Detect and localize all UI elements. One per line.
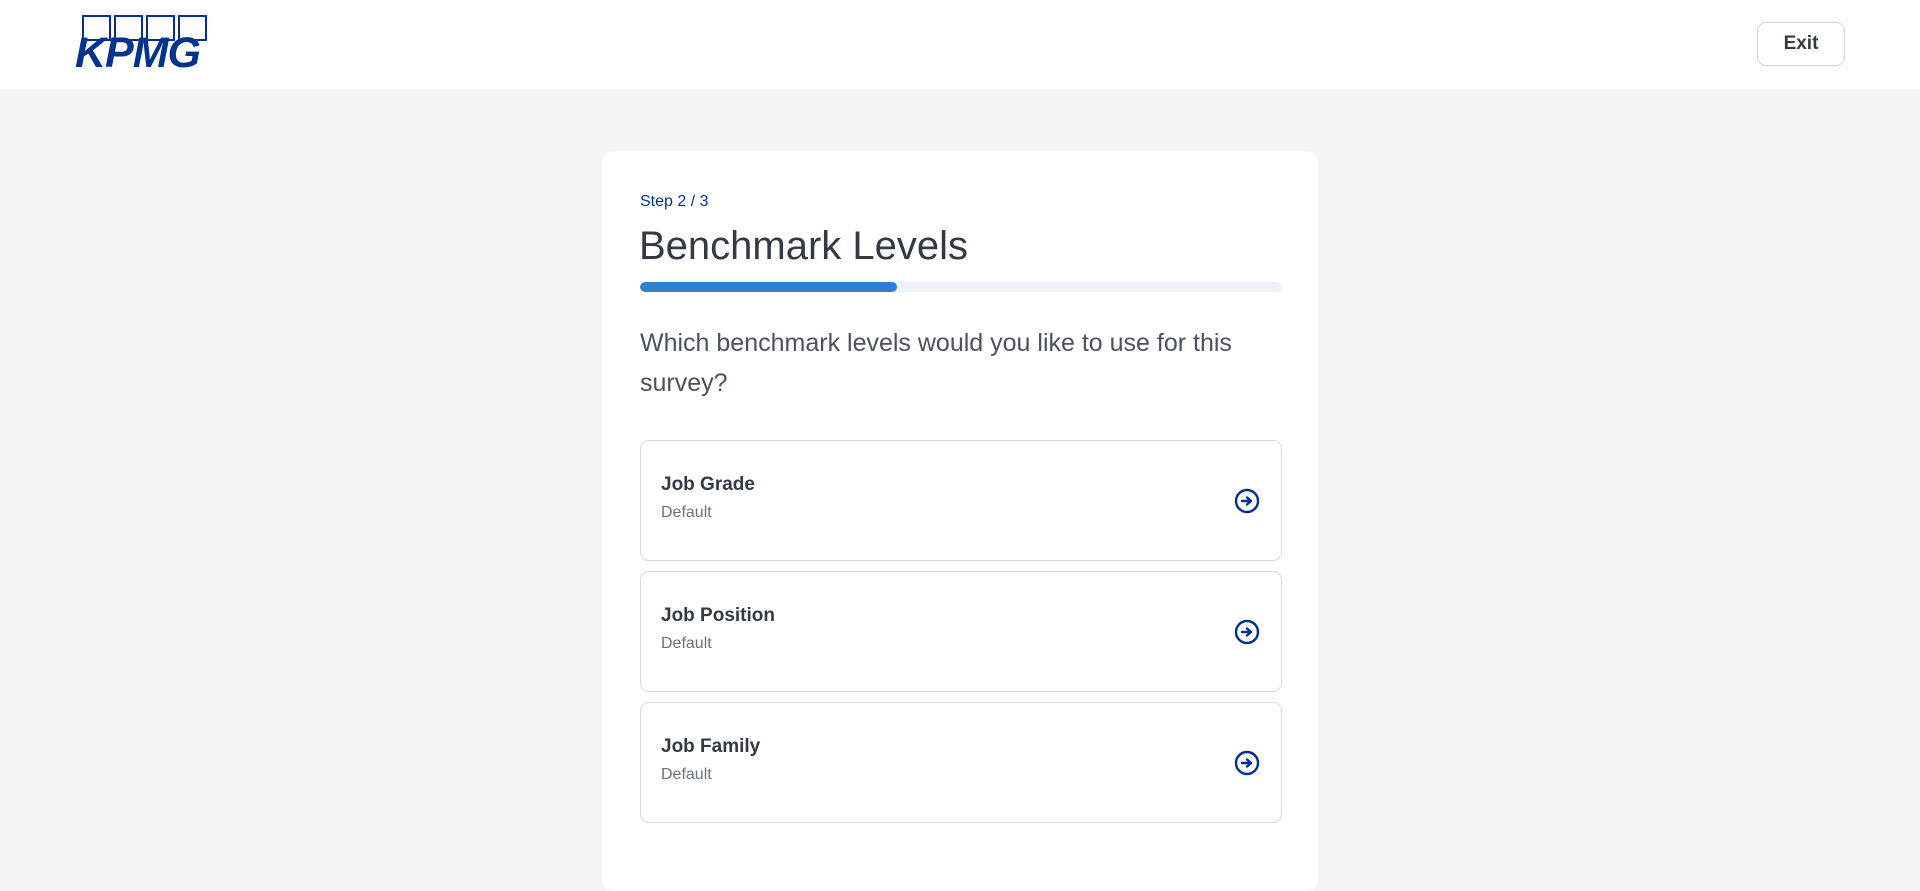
top-bar: KPMG Exit — [0, 0, 1920, 89]
logo-text: KPMG — [75, 29, 201, 77]
arrow-right-circle-icon[interactable] — [1234, 750, 1260, 776]
question-text: Which benchmark levels would you like to… — [640, 329, 1232, 397]
page-title: Benchmark Levels — [639, 224, 969, 268]
option-title: Job Family — [661, 736, 761, 757]
arrow-right-circle-icon[interactable] — [1234, 619, 1260, 645]
kpmg-logo: KPMG — [75, 15, 209, 77]
option-job-family[interactable]: Job Family Default — [640, 702, 1282, 823]
exit-button[interactable]: Exit — [1757, 22, 1845, 66]
option-subtitle: Default — [661, 504, 712, 521]
option-job-grade[interactable]: Job Grade Default — [640, 440, 1282, 561]
option-title: Job Grade — [661, 474, 755, 495]
option-job-position[interactable]: Job Position Default — [640, 571, 1282, 692]
option-subtitle: Default — [661, 766, 712, 783]
option-subtitle: Default — [661, 635, 712, 652]
step-indicator: Step 2 / 3 — [640, 193, 709, 210]
progress-bar — [640, 282, 1282, 292]
option-title: Job Position — [661, 605, 775, 626]
wizard-card: Step 2 / 3 Benchmark Levels Which benchm… — [602, 151, 1318, 891]
arrow-right-circle-icon[interactable] — [1234, 488, 1260, 514]
progress-bar-fill — [640, 282, 897, 292]
